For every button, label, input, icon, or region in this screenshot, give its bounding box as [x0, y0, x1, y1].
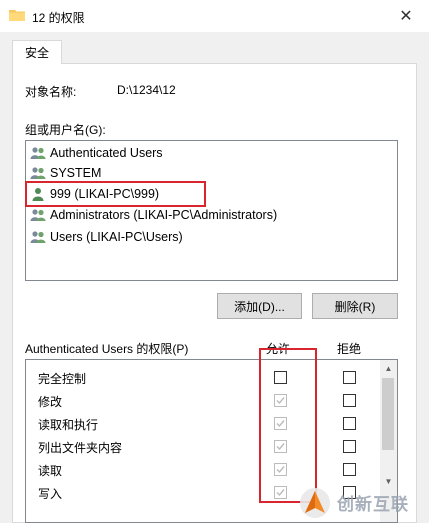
checkmark-icon	[276, 466, 285, 474]
add-button-label: 添加(D)...	[234, 299, 285, 314]
permission-row: 修改	[26, 390, 376, 413]
users-group-icon	[30, 147, 46, 159]
list-item-label: Administrators (LIKAI-PC\Administrators)	[50, 208, 278, 222]
allow-checkbox[interactable]	[274, 371, 287, 384]
users-group-icon	[30, 231, 46, 243]
permission-name: 完全控制	[38, 372, 87, 386]
close-icon: ✕	[399, 8, 413, 25]
deny-checkbox[interactable]	[343, 394, 356, 407]
permission-row: 读取	[26, 459, 376, 482]
allow-column-header: 允许	[266, 342, 291, 356]
object-name-value: D:\1234\12	[117, 83, 176, 97]
brand-logo-icon	[300, 487, 330, 518]
watermark-text: 创新互联	[337, 495, 409, 514]
folder-icon	[9, 10, 25, 21]
allow-checkbox[interactable]	[274, 463, 287, 476]
permission-name: 读取	[38, 464, 63, 478]
allow-checkbox[interactable]	[274, 394, 287, 407]
tab-security[interactable]: 安全	[12, 40, 62, 64]
close-button[interactable]: ✕	[383, 0, 429, 32]
title-bar: 12 的权限 ✕	[0, 0, 429, 32]
permissions-header: Authenticated Users 的权限(P)	[25, 342, 189, 356]
deny-checkbox[interactable]	[343, 417, 356, 430]
permission-name: 写入	[38, 487, 63, 501]
users-group-icon	[30, 167, 46, 179]
checkmark-icon	[276, 489, 285, 497]
allow-checkbox[interactable]	[274, 486, 287, 499]
scroll-up-icon[interactable]: ▲	[380, 360, 397, 377]
object-name-label: 对象名称:	[25, 85, 77, 99]
permission-name: 修改	[38, 395, 63, 409]
list-item[interactable]: SYSTEM	[30, 163, 101, 183]
checkmark-icon	[276, 443, 285, 451]
list-item[interactable]: 999 (LIKAI-PC\999)	[30, 184, 159, 204]
checkmark-icon	[276, 397, 285, 405]
list-item[interactable]: Authenticated Users	[30, 143, 163, 163]
permission-name: 列出文件夹内容	[38, 441, 123, 455]
add-button[interactable]: 添加(D)...	[217, 293, 302, 319]
window-title: 12 的权限	[32, 11, 85, 25]
users-listbox[interactable]: Authenticated Users SYSTEM 999 (LIKAI-PC…	[25, 140, 398, 281]
deny-checkbox[interactable]	[343, 463, 356, 476]
list-item-label: SYSTEM	[50, 166, 102, 180]
permission-row: 完全控制	[26, 367, 376, 390]
tab-security-label: 安全	[24, 46, 49, 60]
allow-checkbox[interactable]	[274, 440, 287, 453]
remove-button[interactable]: 删除(R)	[312, 293, 398, 319]
deny-column-header: 拒绝	[337, 342, 362, 356]
groups-label: 组或用户名(G):	[25, 123, 106, 137]
list-item-label: Users (LIKAI-PC\Users)	[50, 230, 183, 244]
scrollbar-thumb[interactable]	[382, 378, 394, 450]
checkmark-icon	[276, 420, 285, 428]
permission-row: 读取和执行	[26, 413, 376, 436]
users-group-icon	[30, 209, 46, 221]
permission-row: 列出文件夹内容	[26, 436, 376, 459]
allow-checkbox[interactable]	[274, 417, 287, 430]
list-item[interactable]: Administrators (LIKAI-PC\Administrators)	[30, 205, 277, 225]
deny-checkbox[interactable]	[343, 371, 356, 384]
list-item[interactable]: Users (LIKAI-PC\Users)	[30, 227, 183, 247]
permission-name: 读取和执行	[38, 418, 99, 432]
remove-button-label: 删除(R)	[334, 299, 376, 314]
list-item-label: 999 (LIKAI-PC\999)	[50, 187, 160, 201]
list-item-label: Authenticated Users	[50, 146, 163, 160]
deny-checkbox[interactable]	[343, 440, 356, 453]
single-user-icon	[32, 188, 44, 201]
watermark-logo: 创新互联	[297, 482, 429, 523]
